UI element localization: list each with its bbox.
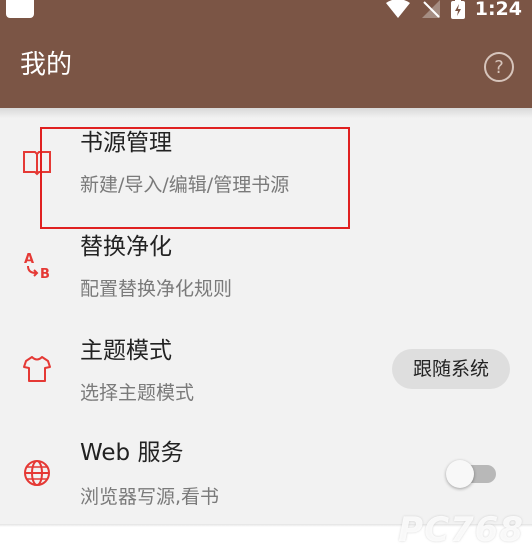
notification-icon	[6, 0, 34, 18]
watermark-logo: PC768	[398, 510, 524, 550]
app-bar: 我的 ?	[0, 24, 532, 108]
setting-title: Web 服务	[80, 440, 184, 466]
help-glyph: ?	[494, 56, 504, 78]
highlight-annotation-box	[40, 127, 350, 229]
toggle-thumb	[446, 460, 474, 488]
help-circle-icon[interactable]: ?	[484, 52, 514, 82]
icon-letter-b: B	[40, 267, 50, 280]
setting-summary: 选择主题模式	[80, 382, 195, 404]
app-bar-shadow	[0, 108, 532, 118]
web-service-toggle[interactable]	[446, 460, 498, 488]
setting-summary: 配置替换净化规则	[80, 278, 233, 300]
status-bar: 1:24	[0, 0, 532, 24]
icon-letter-a: A	[24, 252, 34, 267]
battery-icon	[450, 0, 465, 19]
ab-replace-icon: A B	[24, 252, 50, 280]
setting-replace-rules[interactable]: A B 替换净化 配置替换净化规则	[0, 222, 532, 326]
globe-icon	[24, 460, 50, 486]
status-icons: 1:24	[385, 0, 522, 20]
tshirt-icon	[23, 356, 51, 382]
setting-summary: 浏览器写源,看书	[80, 486, 220, 508]
signal-icon	[421, 0, 440, 18]
wifi-icon	[385, 0, 410, 18]
status-time: 1:24	[474, 0, 522, 20]
setting-title: 主题模式	[80, 338, 172, 364]
page-title: 我的	[20, 50, 73, 80]
theme-mode-value-button[interactable]: 跟随系统	[392, 349, 510, 389]
setting-title: 替换净化	[80, 234, 172, 260]
